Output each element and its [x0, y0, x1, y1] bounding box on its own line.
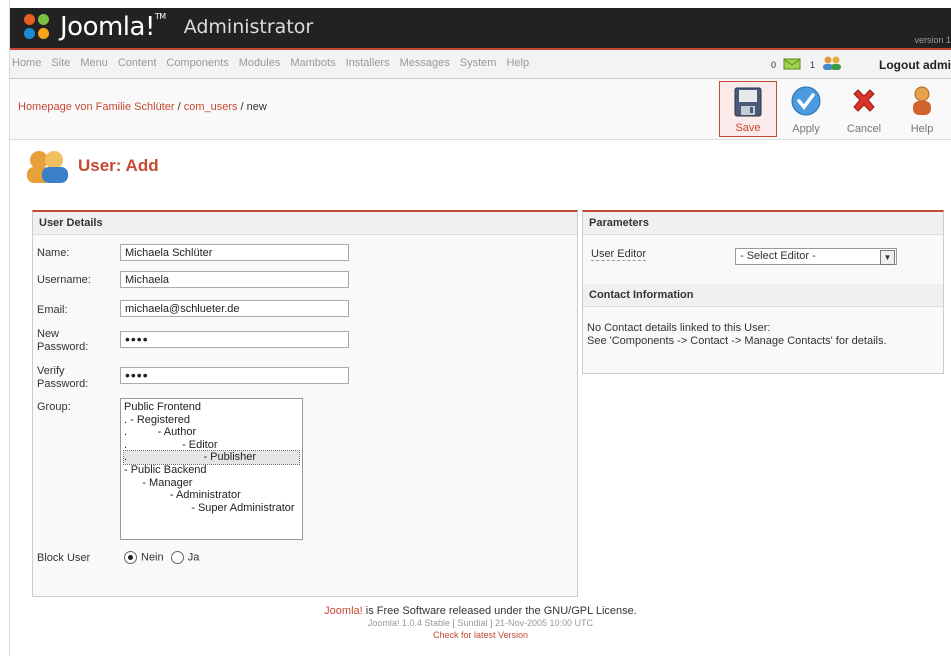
- logout-link[interactable]: Logout admi: [879, 58, 951, 72]
- new-password-label: New Password:: [37, 328, 89, 353]
- block-user-label: Block User: [37, 552, 91, 564]
- save-button[interactable]: Save: [719, 81, 777, 137]
- group-listbox[interactable]: Public Frontend. - Registered. - Author.…: [120, 398, 303, 540]
- menu-item-site[interactable]: Site: [51, 57, 70, 69]
- messages-count: 0: [770, 59, 776, 70]
- breadcrumb-component[interactable]: com_users: [184, 101, 238, 113]
- group-option[interactable]: . - Author: [124, 426, 299, 439]
- username-label: Username:: [37, 274, 91, 286]
- window-left-edge: [0, 0, 10, 656]
- save-label: Save: [735, 122, 761, 134]
- messages-icon[interactable]: [782, 56, 804, 73]
- users-online-icon[interactable]: [821, 56, 843, 73]
- contact-information-heading: Contact Information: [583, 284, 943, 307]
- cancel-button[interactable]: Cancel: [835, 81, 893, 137]
- floppy-disk-icon: [734, 87, 762, 117]
- toolbar-buttons: Save Apply Cancel Help: [719, 81, 951, 137]
- menu-item-help[interactable]: Help: [506, 57, 529, 69]
- name-label: Name:: [37, 247, 70, 259]
- group-option[interactable]: . - Registered: [124, 414, 299, 427]
- header-title: Administrator: [183, 16, 314, 38]
- user-details-panel: User Details Name: Michaela Schlüter Use…: [32, 210, 578, 597]
- menu-item-menu[interactable]: Menu: [80, 57, 108, 69]
- apply-button[interactable]: Apply: [777, 81, 835, 137]
- verify-password-field[interactable]: ••••: [120, 367, 349, 384]
- group-option[interactable]: - Super Administrator: [124, 502, 299, 515]
- username-field[interactable]: Michaela: [120, 271, 349, 288]
- menu-item-content[interactable]: Content: [118, 57, 157, 69]
- menu-item-installers[interactable]: Installers: [346, 57, 390, 69]
- group-option[interactable]: - Administrator: [124, 489, 299, 502]
- trademark: TM: [154, 12, 166, 21]
- status-area: 0 1 Logout admi: [771, 56, 951, 73]
- header-bar: Joomla!TM Administrator version 1: [10, 8, 951, 50]
- main-menu: Home Site Menu Content Components Modules Mamb…: [12, 57, 539, 69]
- users-online-count: 1: [809, 59, 815, 70]
- menu-item-modules[interactable]: Modules: [239, 57, 281, 69]
- breadcrumb-task: new: [246, 101, 267, 113]
- group-option[interactable]: . - Editor: [124, 439, 299, 452]
- breadcrumb-separator: /: [237, 101, 247, 113]
- user-editor-label: User Editor: [591, 248, 647, 261]
- help-button[interactable]: Help: [893, 81, 951, 137]
- check-latest-version-link[interactable]: Check for latest Version: [433, 630, 528, 640]
- breadcrumb: Homepage von Familie Schlüter / com_user…: [18, 101, 267, 113]
- menu-item-mambots[interactable]: Mambots: [290, 57, 335, 69]
- cancel-label: Cancel: [846, 123, 882, 135]
- menu-item-components[interactable]: Components: [166, 57, 228, 69]
- footer-license: Joomla! is Free Software released under …: [324, 605, 637, 617]
- group-option[interactable]: . - Publisher: [123, 450, 300, 465]
- menu-item-messages[interactable]: Messages: [400, 57, 450, 69]
- checkmark-icon: [791, 86, 821, 116]
- email-field[interactable]: michaela@schlueter.de: [120, 300, 349, 317]
- user-editor-select[interactable]: - Select Editor - ▼: [735, 248, 897, 265]
- joomla-link[interactable]: Joomla!: [324, 605, 363, 617]
- apply-label: Apply: [792, 123, 820, 135]
- contact-information-panel: Contact Information No Contact details l…: [582, 284, 944, 374]
- breadcrumb-site[interactable]: Homepage von Familie Schlüter: [18, 101, 175, 113]
- group-option[interactable]: - Manager: [124, 477, 299, 490]
- contact-line-1: No Contact details linked to this User:: [587, 322, 771, 334]
- admin-page: Joomla!TM Administrator version 1 Home Si…: [10, 8, 951, 656]
- joomla-logo-icon: [22, 12, 52, 42]
- brand-name: Joomla!TM: [60, 12, 166, 42]
- user-editor-value: - Select Editor -: [740, 250, 816, 262]
- footer-check-version: Check for latest Version: [10, 630, 951, 640]
- joomla-logo: Joomla!TM Administrator: [22, 12, 313, 42]
- main-menu-bar: Home Site Menu Content Components Modules Mamb…: [10, 50, 951, 79]
- block-yes-label: Ja: [187, 551, 200, 564]
- page-title: User: Add: [78, 156, 159, 175]
- name-field[interactable]: Michaela Schlüter: [120, 244, 349, 261]
- block-yes-radio[interactable]: [170, 551, 184, 564]
- footer: Joomla! is Free Software released under …: [10, 605, 951, 640]
- contact-information-text: No Contact details linked to this User: …: [587, 322, 887, 348]
- group-label: Group:: [37, 401, 71, 413]
- contact-line-2: See 'Components -> Contact -> Manage Con…: [587, 335, 887, 347]
- block-no-label: Nein: [141, 551, 164, 564]
- breadcrumb-separator: /: [174, 101, 184, 113]
- footer-version: Joomla! 1.0.4 Stable [ Sundial ] 21-Nov-…: [367, 618, 594, 628]
- user-details-heading: User Details: [33, 212, 577, 235]
- version-label: version 1: [914, 35, 951, 45]
- block-user-radios: Nein Ja: [124, 551, 199, 564]
- parameters-heading: Parameters: [583, 212, 943, 235]
- new-password-field[interactable]: ••••: [120, 331, 349, 348]
- help-label: Help: [910, 123, 934, 135]
- parameters-panel: Parameters User Editor - Select Editor -…: [582, 210, 944, 287]
- toolbar: Homepage von Familie Schlüter / com_user…: [10, 79, 951, 140]
- page-heading: User: Add: [24, 148, 159, 184]
- group-option[interactable]: Public Frontend: [124, 401, 299, 414]
- users-icon: [27, 151, 68, 183]
- email-label: Email:: [37, 304, 68, 316]
- verify-password-label: Verify Password:: [37, 365, 89, 390]
- block-no-radio[interactable]: [124, 551, 137, 564]
- menu-item-system[interactable]: System: [460, 57, 497, 69]
- cross-icon: [853, 89, 875, 112]
- help-person-icon: [913, 86, 931, 115]
- menu-item-home[interactable]: Home: [12, 57, 41, 69]
- chevron-down-icon[interactable]: ▼: [880, 250, 895, 265]
- group-option[interactable]: - Public Backend: [124, 464, 299, 477]
